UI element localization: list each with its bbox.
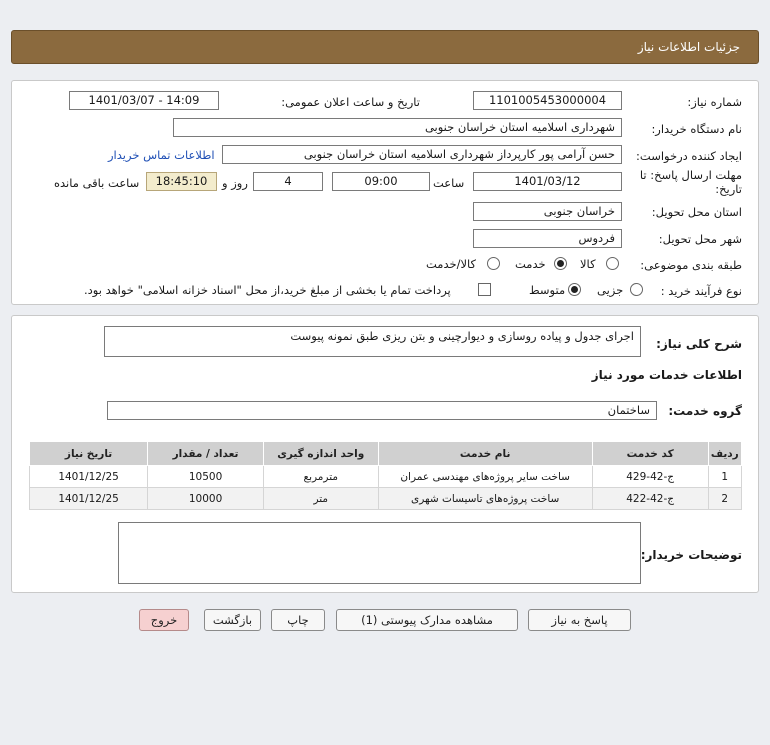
- treasury-payment-note: پرداخت تمام یا بخشی از مبلغ خرید،از محل …: [84, 283, 451, 297]
- cell-quantity: 10500: [147, 465, 264, 488]
- buyer-notes-text: [119, 523, 640, 527]
- table-row: 1 ج-42-429 ساخت سایر پروژه‌های مهندسی عم…: [28, 465, 743, 488]
- buyer-contact-link[interactable]: اطلاعات تماس خریدار: [108, 148, 215, 162]
- need-number-field: 1101005453000004: [473, 91, 622, 110]
- description-box: اجرای جدول و پیاده روسازی و دیوارچینی و …: [104, 326, 641, 357]
- category-option-service: خدمت: [515, 257, 546, 271]
- service-group-field: ساختمان: [107, 401, 657, 420]
- services-table-header: ردیف کد خدمت نام خدمت واحد اندازه گیری ت…: [28, 441, 743, 466]
- process-radio-medium[interactable]: [568, 283, 581, 296]
- view-attachments-button[interactable]: مشاهده مدارک پیوستی (1): [336, 609, 518, 631]
- services-heading: اطلاعات خدمات مورد نیاز: [591, 368, 742, 382]
- announce-date-label: تاریخ و ساعت اعلان عمومی:: [281, 95, 420, 109]
- process-option-medium: متوسط: [529, 283, 566, 297]
- buyer-notes-box: [118, 522, 641, 584]
- col-service-name: نام خدمت: [377, 441, 593, 466]
- deadline-time-label: ساعت: [433, 176, 465, 190]
- deadline-days-label: روز و: [222, 176, 248, 190]
- cell-need-date: 1401/12/25: [28, 487, 149, 510]
- city-label: شهر محل تحویل:: [658, 232, 742, 246]
- cell-service-code: ج-42-429: [591, 465, 709, 488]
- cell-unit: متر: [262, 487, 379, 510]
- deadline-days-field: 4: [253, 172, 323, 191]
- category-label: طبقه بندی موضوعی:: [640, 258, 742, 272]
- description-label: شرح کلی نیاز:: [656, 337, 742, 351]
- cell-service-code: ج-42-422: [591, 487, 709, 510]
- process-option-minor: جزیی: [597, 283, 624, 297]
- cell-unit: مترمربع: [262, 465, 379, 488]
- province-label: استان محل تحویل:: [651, 205, 742, 219]
- process-label: نوع فرآیند خرید :: [660, 284, 742, 298]
- category-option-goods-service: کالا/خدمت: [426, 257, 477, 271]
- cell-need-date: 1401/12/25: [28, 465, 149, 488]
- buyer-notes-label: توضیحات خریدار:: [640, 548, 742, 562]
- description-text: اجرای جدول و پیاده روسازی و دیوارچینی و …: [290, 329, 634, 343]
- category-radio-service[interactable]: [554, 257, 567, 270]
- cell-row-number: 1: [707, 465, 743, 488]
- cell-service-name: ساخت پروژه‌های تاسیسات شهری: [377, 487, 593, 510]
- treasury-payment-checkbox[interactable]: [478, 283, 491, 296]
- page-title: جزئیات اطلاعات نیاز: [637, 40, 740, 54]
- col-service-code: کد خدمت: [591, 441, 709, 466]
- services-table: ردیف کد خدمت نام خدمت واحد اندازه گیری ت…: [28, 441, 743, 510]
- col-unit: واحد اندازه گیری: [262, 441, 379, 466]
- col-quantity: تعداد / مقدار: [147, 441, 264, 466]
- exit-button[interactable]: خروج: [139, 609, 189, 631]
- print-button[interactable]: چاپ: [271, 609, 325, 631]
- cell-quantity: 10000: [147, 487, 264, 510]
- city-field: فردوس: [473, 229, 622, 248]
- deadline-time-field: 09:00: [332, 172, 430, 191]
- cell-row-number: 2: [707, 487, 743, 510]
- deadline-label-line1: مهلت ارسال پاسخ: تا: [639, 168, 742, 182]
- announce-date-field: 1401/03/07 - 14:09: [69, 91, 219, 110]
- requester-field: حسن آرامی پور کارپرداز شهرداری اسلامیه ا…: [222, 145, 622, 164]
- page-title-bar: جزئیات اطلاعات نیاز: [11, 30, 759, 64]
- cell-service-name: ساخت سایر پروژه‌های مهندسی عمران: [377, 465, 593, 488]
- col-need-date: تاریخ نیاز: [28, 441, 149, 466]
- service-group-label: گروه خدمت:: [668, 404, 742, 418]
- deadline-label-line2: تاریخ:: [715, 182, 742, 196]
- deadline-date-field: 1401/03/12: [473, 172, 622, 191]
- col-row-number: ردیف: [707, 441, 743, 466]
- need-number-label: شماره نیاز:: [687, 95, 742, 109]
- table-row: 2 ج-42-422 ساخت پروژه‌های تاسیسات شهری م…: [28, 487, 743, 510]
- requester-label: ایجاد کننده درخواست:: [636, 149, 742, 163]
- process-radio-minor[interactable]: [630, 283, 643, 296]
- buyer-org-label: نام دستگاه خریدار:: [651, 122, 742, 136]
- buyer-org-field: شهرداری اسلامیه استان خراسان جنوبی: [173, 118, 622, 137]
- province-field: خراسان جنوبی: [473, 202, 622, 221]
- reply-button[interactable]: پاسخ به نیاز: [528, 609, 631, 631]
- category-option-goods: کالا: [580, 257, 596, 271]
- remaining-time-label: ساعت باقی مانده: [54, 176, 140, 190]
- category-radio-goods[interactable]: [606, 257, 619, 270]
- back-button[interactable]: بازگشت: [204, 609, 261, 631]
- remaining-time-field: 18:45:10: [146, 172, 217, 191]
- category-radio-goods-service[interactable]: [487, 257, 500, 270]
